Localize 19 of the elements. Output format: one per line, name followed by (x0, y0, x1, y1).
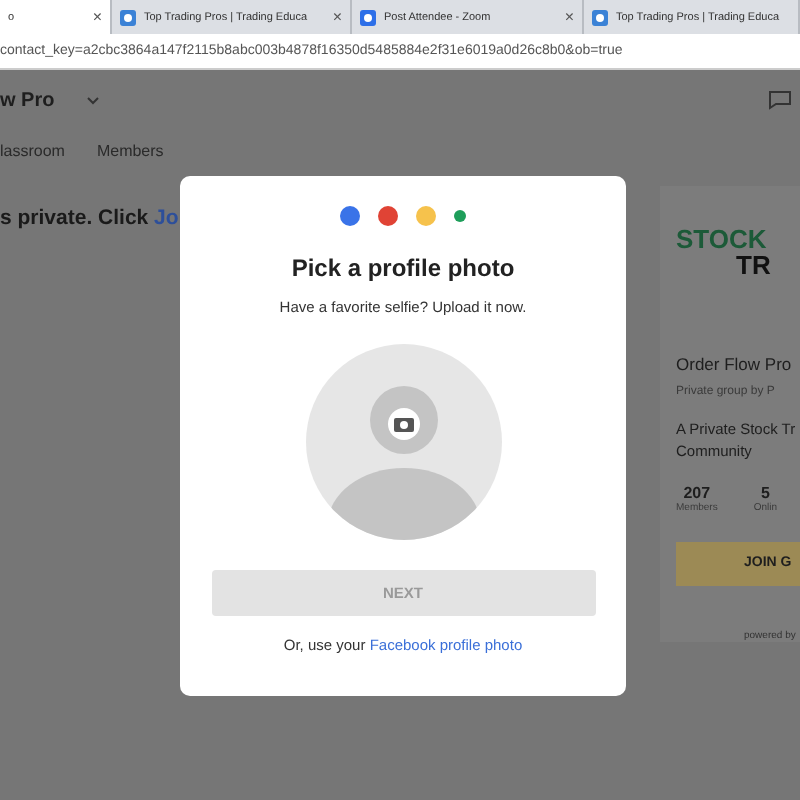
avatar-drawing[interactable] (305, 344, 501, 540)
favicon-icon (592, 9, 608, 25)
private-notice: s private. Click Jo (0, 206, 179, 234)
logo-text: STOCK (676, 224, 767, 254)
stat-value: 207 (683, 483, 711, 501)
close-icon[interactable]: × (564, 8, 574, 26)
close-icon[interactable]: × (332, 8, 342, 26)
nav-tab[interactable]: lassroom (0, 141, 65, 159)
dialog-title: Pick a profile photo (291, 254, 515, 282)
stat-value: 5 (760, 483, 770, 501)
group-name: Order Flow Pro (676, 354, 794, 374)
chat-icon[interactable] (768, 90, 792, 110)
favicon-icon (120, 9, 136, 25)
favicon-icon (360, 9, 376, 25)
group-title: w Pro (0, 89, 55, 111)
close-icon[interactable]: × (92, 8, 102, 26)
nav-tab[interactable]: Members (96, 141, 164, 159)
chevron-icon[interactable] (86, 95, 101, 105)
logo-text: TR (734, 250, 771, 280)
